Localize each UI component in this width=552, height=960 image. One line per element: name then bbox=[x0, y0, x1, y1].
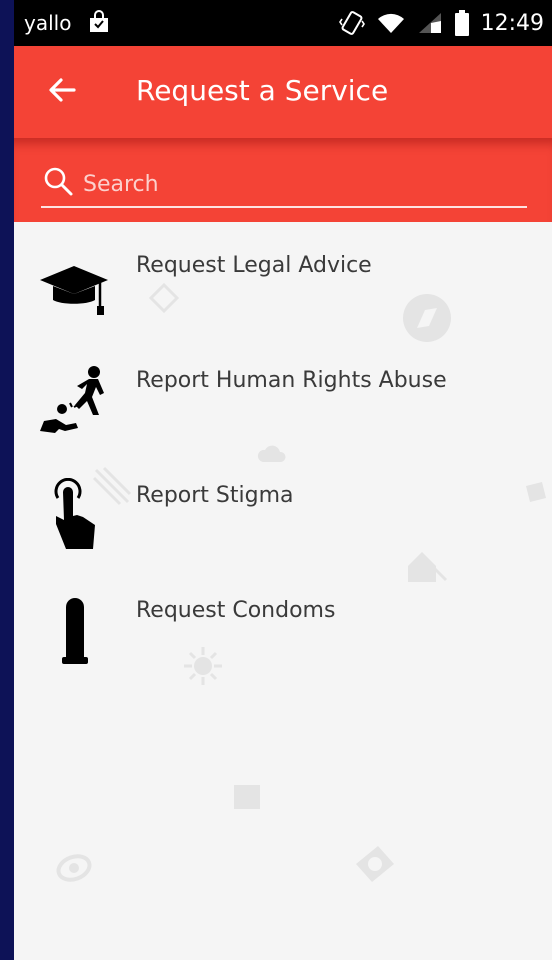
signal-icon bbox=[417, 11, 443, 35]
list-item-label: Report Stigma bbox=[136, 483, 294, 508]
background-eye-icon bbox=[56, 854, 92, 882]
status-bar: yallo 12:49 bbox=[14, 0, 552, 46]
page-title: Request a Service bbox=[136, 74, 389, 107]
vibrate-icon bbox=[338, 10, 365, 36]
phone-screen: yallo 12:49 Request a Service Search Req… bbox=[14, 0, 552, 960]
background-eye-icon bbox=[356, 846, 394, 882]
arrow-left-icon bbox=[47, 75, 77, 109]
app-bar: Request a Service bbox=[14, 46, 552, 138]
search-field bbox=[41, 162, 527, 208]
abuse-icon bbox=[38, 363, 112, 437]
shopping-bag-icon bbox=[87, 10, 111, 34]
list-item-report-stigma[interactable]: Report Stigma bbox=[14, 452, 552, 567]
list-item-request-legal-advice[interactable]: Request Legal Advice bbox=[14, 222, 552, 337]
list-item-label: Request Condoms bbox=[136, 598, 336, 623]
list-item-request-condoms[interactable]: Request Condoms bbox=[14, 567, 552, 682]
graduation-cap-icon bbox=[38, 248, 112, 322]
list-item-label: Report Human Rights Abuse bbox=[136, 368, 447, 393]
status-icons: 12:49 bbox=[338, 8, 544, 38]
back-button[interactable] bbox=[42, 72, 82, 112]
background-box-icon bbox=[234, 785, 260, 809]
list-item-report-human-rights-abuse[interactable]: Report Human Rights Abuse bbox=[14, 337, 552, 452]
battery-icon bbox=[454, 10, 469, 36]
pointing-hand-icon bbox=[38, 478, 112, 552]
carrier-name: yallo bbox=[24, 11, 72, 35]
search-icon bbox=[43, 166, 75, 202]
clock: 12:49 bbox=[480, 10, 544, 36]
search-bar bbox=[14, 138, 552, 222]
condom-icon bbox=[38, 593, 112, 667]
wifi-icon bbox=[377, 11, 405, 35]
list-item-label: Request Legal Advice bbox=[136, 253, 372, 278]
search-input[interactable] bbox=[81, 164, 525, 204]
service-list: Request Legal Advice Report Human Rights… bbox=[14, 222, 552, 682]
